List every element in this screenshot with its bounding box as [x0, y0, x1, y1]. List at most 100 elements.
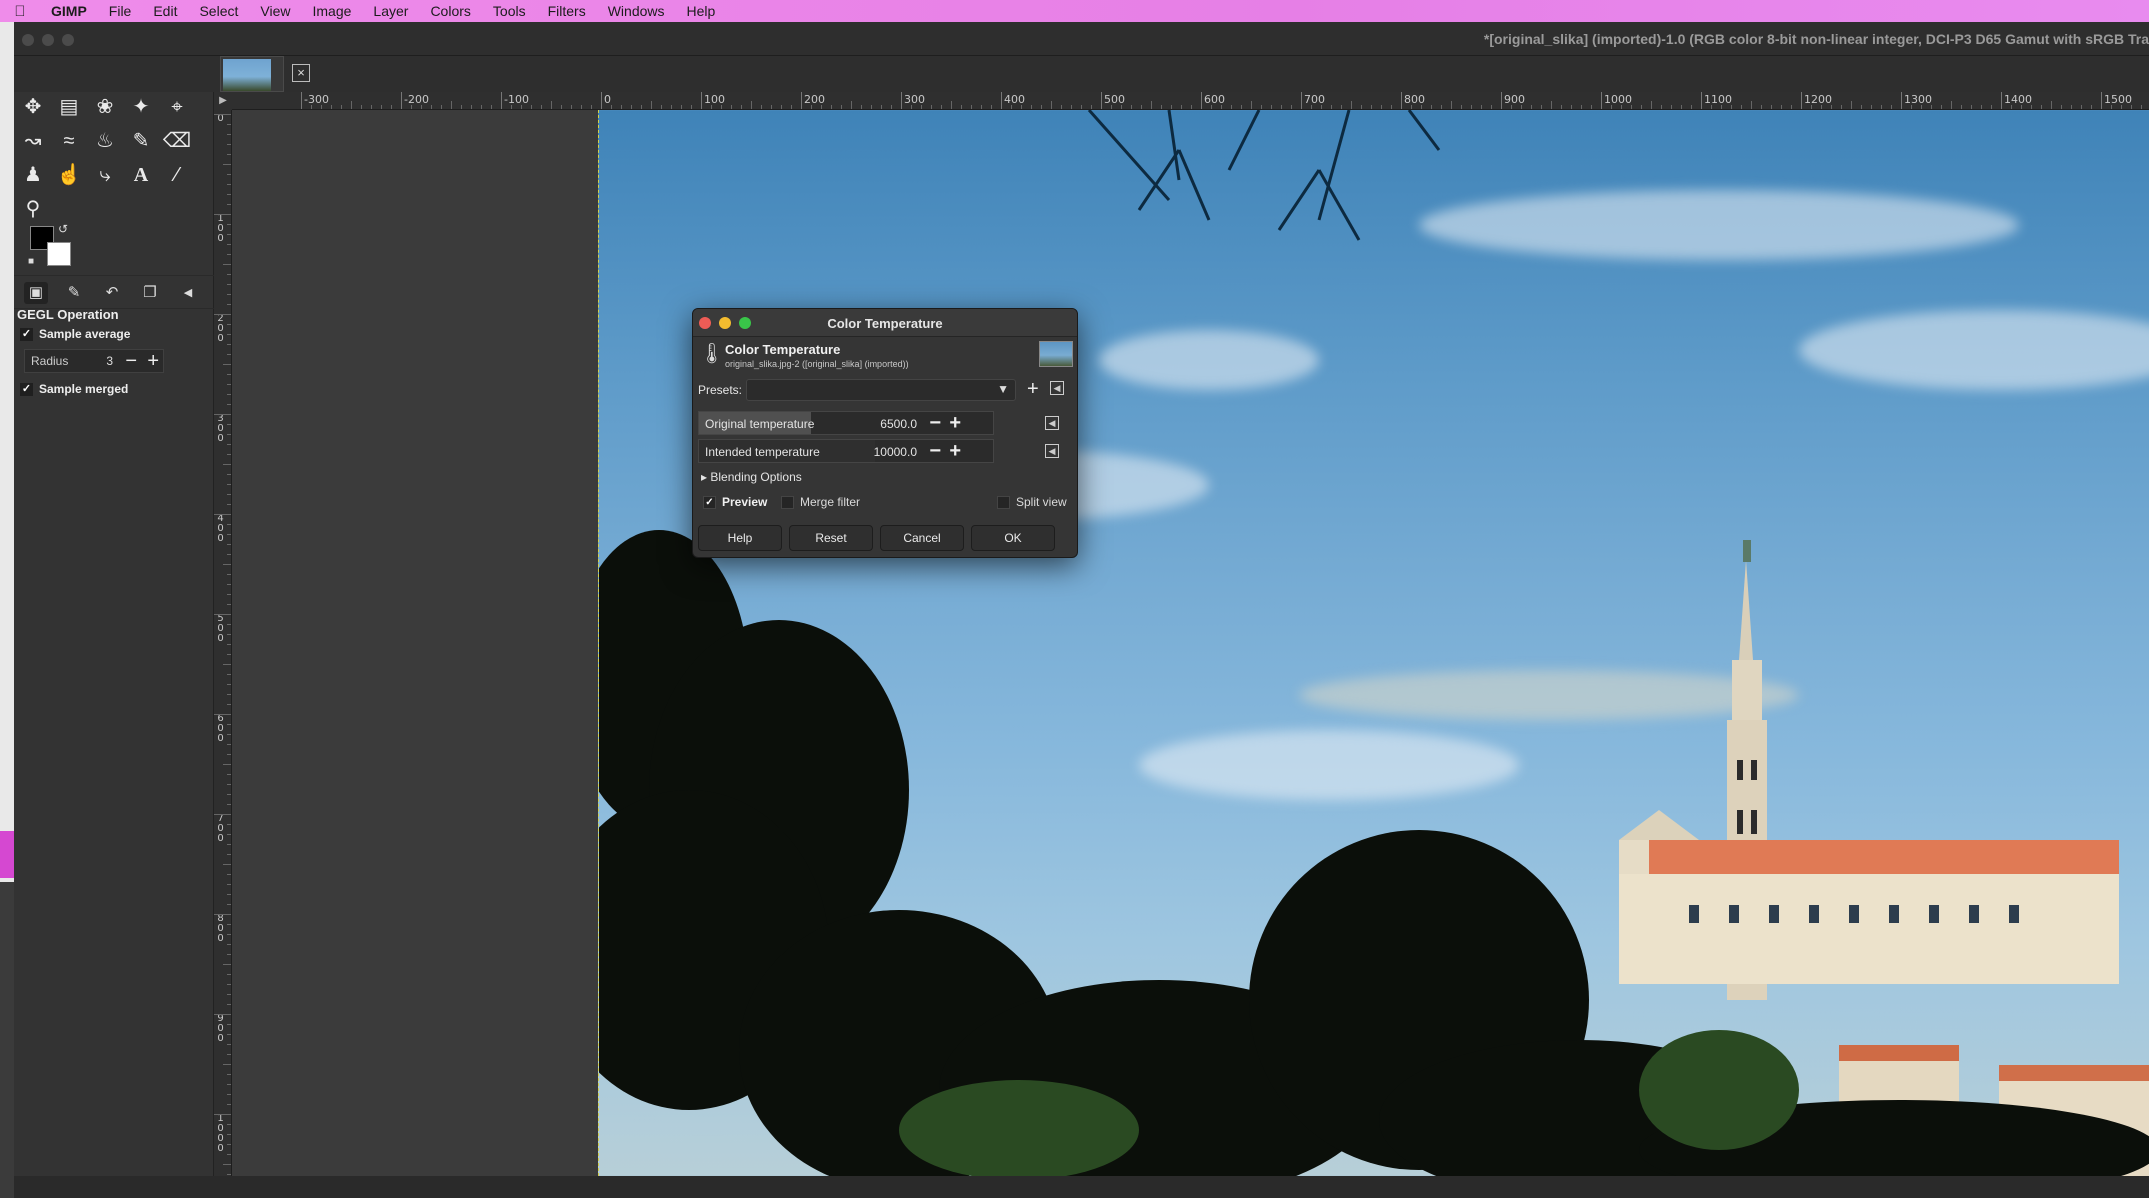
menu-app-gimp[interactable]: GIMP	[40, 3, 98, 19]
ruler-minor-tick	[227, 1124, 231, 1125]
ruler-minor-tick	[311, 105, 312, 109]
minus-icon[interactable]: −	[929, 441, 941, 461]
rect-select-tool-icon[interactable]: ▤	[54, 92, 84, 122]
original-temperature-value[interactable]: 6500.0	[880, 417, 917, 431]
plus-icon[interactable]: +	[949, 441, 961, 461]
help-button[interactable]: Help	[698, 525, 782, 551]
crop-tool-icon[interactable]: ⌖	[162, 92, 192, 122]
cancel-button[interactable]: Cancel	[880, 525, 964, 551]
vertical-ruler[interactable]: 0 100 200 300 400 500 600 700 800 900 1000	[214, 110, 232, 1176]
close-tab-icon[interactable]: ×	[292, 64, 310, 82]
dock-menu-icon[interactable]: ◀	[176, 282, 200, 304]
checkbox-box	[997, 495, 1010, 509]
ruler-label: -100	[504, 93, 529, 106]
paintbrush-tool-icon[interactable]: ✎	[126, 126, 156, 156]
ruler-minor-tick	[223, 264, 231, 265]
minus-icon[interactable]: −	[929, 413, 941, 433]
move-tool-icon[interactable]: ✥	[18, 92, 48, 122]
quick-mask-toggle-icon[interactable]: ▶	[214, 92, 232, 110]
window-zoom-button[interactable]	[62, 34, 74, 46]
ruler-minor-tick	[471, 105, 472, 109]
ruler-major-tick	[1301, 92, 1302, 109]
images-tab-icon[interactable]: ❐	[138, 282, 162, 304]
ruler-label: 1400	[2004, 93, 2032, 106]
image-tab[interactable]	[220, 56, 284, 92]
clone-tool-icon[interactable]: ♟	[18, 160, 48, 190]
ruler-minor-tick	[227, 1094, 231, 1095]
ruler-minor-tick	[1651, 101, 1652, 109]
blending-options-expander[interactable]: ▸ Blending Options	[701, 470, 802, 484]
device-status-tab-icon[interactable]: ✎	[62, 282, 86, 304]
ok-button[interactable]: OK	[971, 525, 1055, 551]
menu-layer[interactable]: Layer	[362, 3, 419, 19]
menu-view[interactable]: View	[249, 3, 301, 19]
preview-checkbox[interactable]: ✓ Preview	[703, 495, 767, 509]
ruler-minor-tick	[361, 105, 362, 109]
text-tool-icon[interactable]: A	[126, 160, 156, 190]
minus-icon[interactable]: −	[125, 350, 137, 372]
add-preset-icon[interactable]: +	[1027, 378, 1039, 401]
presets-menu-icon[interactable]: ◀	[1050, 381, 1064, 395]
image-canvas[interactable]	[598, 110, 2149, 1176]
bucket-fill-tool-icon[interactable]: ♨	[90, 126, 120, 156]
reset-original-temperature-icon[interactable]: ◀	[1045, 416, 1059, 430]
fuzzy-select-tool-icon[interactable]: ✦	[126, 92, 156, 122]
default-colors-icon[interactable]: ■	[28, 256, 34, 267]
reset-button[interactable]: Reset	[789, 525, 873, 551]
radius-spinbutton[interactable]: Radius 3 − +	[24, 349, 164, 373]
color-picker-tool-icon[interactable]: ⁄	[162, 160, 192, 190]
original-temperature-spinscale[interactable]: Original temperature 6500.0 − +	[698, 411, 994, 435]
ruler-minor-tick	[227, 434, 231, 435]
intended-temperature-value[interactable]: 10000.0	[874, 445, 917, 459]
cloud	[1099, 330, 1319, 390]
merge-filter-checkbox[interactable]: Merge filter	[781, 495, 860, 509]
menu-image[interactable]: Image	[301, 3, 362, 19]
smudge-tool-icon[interactable]: ☝	[54, 160, 84, 190]
paths-tool-icon[interactable]: ⤷	[90, 160, 120, 190]
eraser-tool-icon[interactable]: ⌫	[162, 126, 192, 156]
ruler-minor-tick	[227, 704, 231, 705]
split-view-label: Split view	[1016, 495, 1067, 509]
ruler-minor-tick	[227, 724, 231, 725]
plus-icon[interactable]: +	[949, 413, 961, 433]
intended-temperature-spinscale[interactable]: Intended temperature 10000.0 − +	[698, 439, 994, 463]
menu-file[interactable]: File	[98, 3, 143, 19]
ruler-minor-tick	[227, 394, 231, 395]
menu-help[interactable]: Help	[676, 3, 727, 19]
ruler-minor-tick	[521, 105, 522, 109]
ruler-label: -300	[304, 93, 329, 106]
menu-colors[interactable]: Colors	[419, 3, 481, 19]
window-close-button[interactable]	[22, 34, 34, 46]
tool-options-tab-icon[interactable]: ▣	[24, 282, 48, 304]
ruler-minor-tick	[227, 774, 231, 775]
lasso-tool-icon[interactable]: ❀	[90, 92, 120, 122]
reset-intended-temperature-icon[interactable]: ◀	[1045, 444, 1059, 458]
apple-icon[interactable]: 	[0, 3, 40, 20]
menu-edit[interactable]: Edit	[142, 3, 188, 19]
tree-silhouettes	[599, 530, 2149, 1176]
background-color-swatch[interactable]	[47, 242, 71, 266]
ruler-minor-tick	[227, 854, 231, 855]
zoom-tool-icon[interactable]: ⚲	[18, 194, 48, 224]
plus-icon[interactable]: +	[147, 350, 159, 372]
ruler-minor-tick	[223, 964, 231, 965]
ruler-minor-tick	[511, 105, 512, 109]
split-view-checkbox[interactable]: Split view	[997, 495, 1067, 509]
radius-value[interactable]: 3	[106, 354, 113, 368]
check-icon: ✓	[703, 495, 716, 509]
menu-tools[interactable]: Tools	[482, 3, 537, 19]
menu-select[interactable]: Select	[188, 3, 249, 19]
menu-windows[interactable]: Windows	[597, 3, 676, 19]
ruler-minor-tick	[227, 494, 231, 495]
undo-history-tab-icon[interactable]: ↶	[100, 282, 124, 304]
sample-merged-checkbox[interactable]: ✓ Sample merged	[20, 382, 128, 396]
horizontal-ruler[interactable]: -300 -200 -100 0 100 200 300 400 500 600 700 800 900…	[232, 92, 2149, 110]
ruler-minor-tick	[1151, 101, 1152, 109]
sample-average-checkbox[interactable]: ✓ Sample average	[20, 327, 130, 341]
transform-tool-icon[interactable]: ↝	[18, 126, 48, 156]
warp-tool-icon[interactable]: ≈	[54, 126, 84, 156]
presets-dropdown[interactable]: ▼	[746, 379, 1016, 401]
swap-colors-icon[interactable]: ↺	[58, 222, 68, 236]
window-minimize-button[interactable]	[42, 34, 54, 46]
menu-filters[interactable]: Filters	[537, 3, 597, 19]
